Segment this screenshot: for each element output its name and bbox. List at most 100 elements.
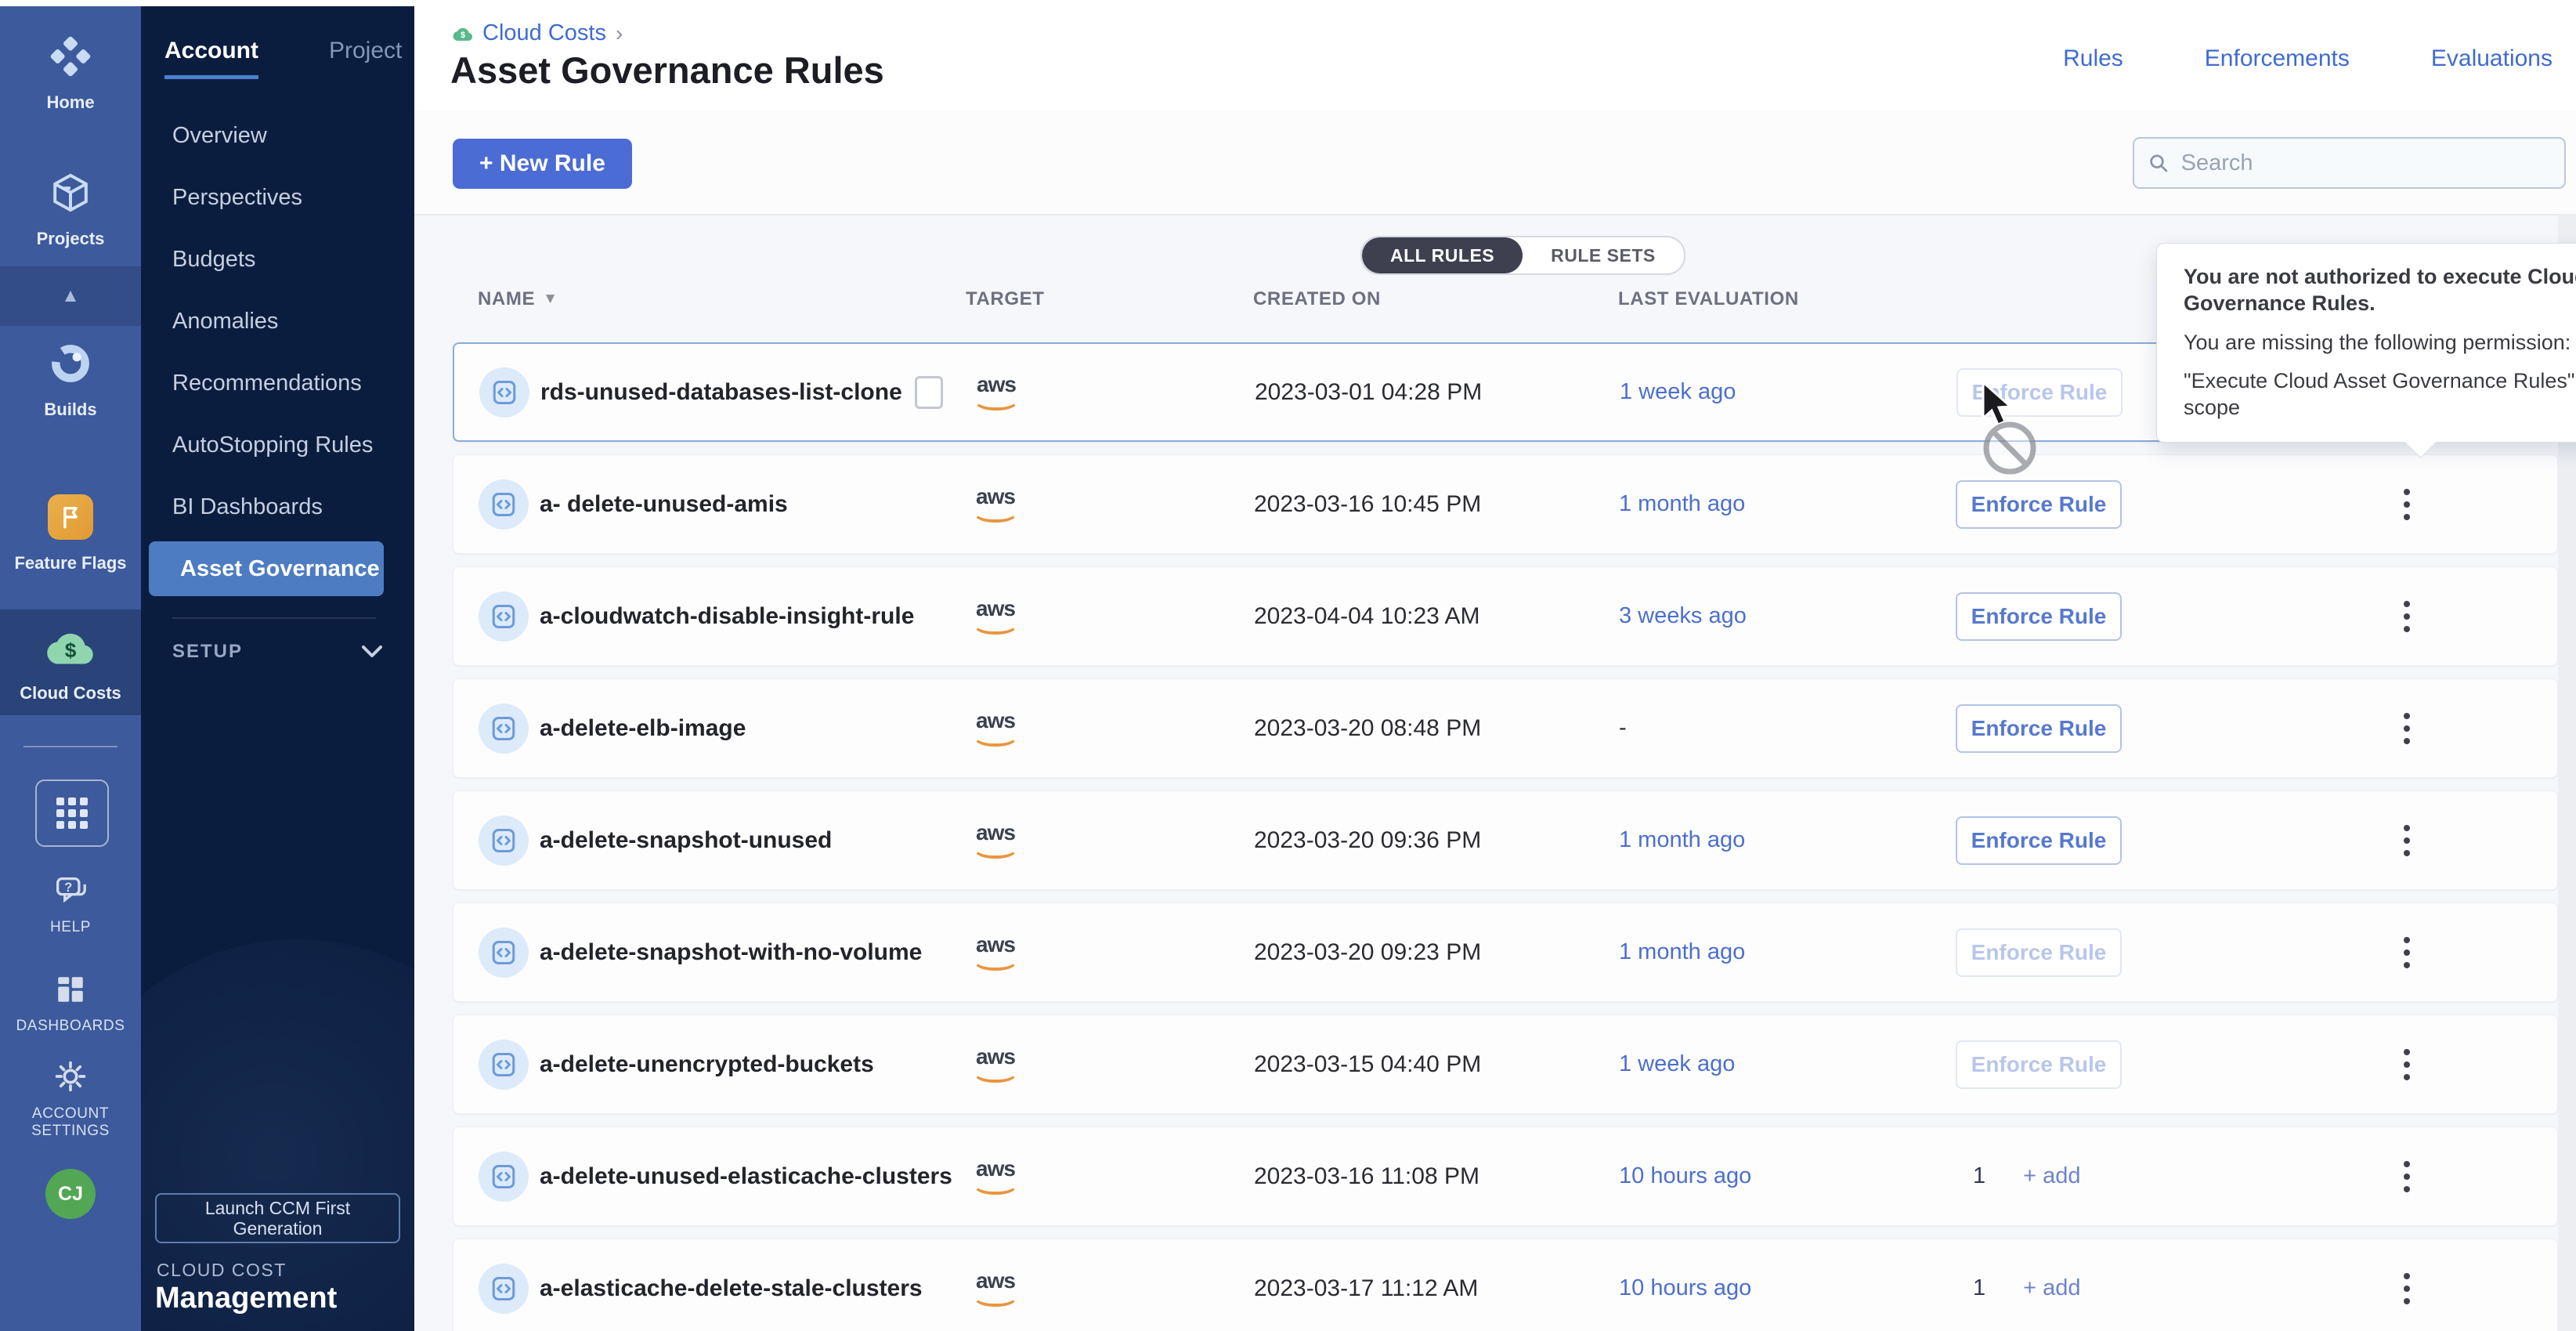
breadcrumb-cloud-costs-link[interactable]: Cloud Costs xyxy=(482,20,606,46)
aws-logo: aws xyxy=(966,598,1024,635)
enforce-rule-button[interactable]: Enforce Rule xyxy=(1956,480,2122,529)
brand-eyebrow: CLOUD COST xyxy=(157,1260,287,1281)
tab-project[interactable]: Project xyxy=(329,38,402,79)
sort-caret-icon: ▼ xyxy=(543,291,558,308)
link-evaluations[interactable]: Evaluations xyxy=(2431,45,2553,72)
module-picker-button[interactable] xyxy=(35,779,109,847)
sidebar-item-overview[interactable]: Overview xyxy=(141,108,414,163)
rail-item-feature-flags[interactable]: Feature Flags xyxy=(0,479,141,585)
header-links: Rules Enforcements Evaluations xyxy=(2063,45,2553,72)
table-row[interactable]: a- delete-unused-amisaws2023-03-16 10:45… xyxy=(453,454,2558,554)
last-evaluation-value[interactable]: 10 hours ago xyxy=(1619,1275,1751,1300)
enforce-rule-button[interactable]: Enforce Rule xyxy=(1956,928,2122,977)
search-input[interactable] xyxy=(2180,150,2550,177)
rail-item-dashboards[interactable]: DASHBOARDS xyxy=(0,973,141,1035)
rule-icon xyxy=(479,1040,529,1090)
sidebar-item-perspectives[interactable]: Perspectives xyxy=(141,170,414,225)
new-rule-button[interactable]: + New Rule xyxy=(453,139,632,189)
toolbar: + New Rule xyxy=(414,110,2576,215)
chevron-down-icon xyxy=(360,644,384,660)
row-menu-button[interactable] xyxy=(2396,1265,2418,1312)
sidebar-item-asset-governance[interactable]: Asset Governance xyxy=(149,541,384,596)
link-rules[interactable]: Rules xyxy=(2063,45,2123,72)
rail-item-cloud-costs[interactable]: $Cloud Costs xyxy=(0,609,141,715)
row-menu-button[interactable] xyxy=(2396,705,2418,752)
enforcement-count: 1 xyxy=(1973,1163,1985,1189)
rule-icon xyxy=(479,703,529,754)
rail-item-builds[interactable]: Builds xyxy=(0,326,141,432)
row-menu-button[interactable] xyxy=(2396,1153,2418,1200)
main-area: $ Cloud Costs › Asset Governance Rules R… xyxy=(414,0,2576,1331)
breadcrumb-separator: › xyxy=(616,21,623,46)
cloud-costs-subnav: Account Project Overview Perspectives Budg… xyxy=(141,0,414,1331)
breadcrumb: $ Cloud Costs › xyxy=(453,20,623,46)
svg-text:?: ? xyxy=(64,881,72,895)
link-enforcements[interactable]: Enforcements xyxy=(2205,45,2350,72)
row-menu-button[interactable] xyxy=(2396,481,2418,528)
created-on-value: 2023-04-04 10:23 AM xyxy=(1254,603,1480,629)
row-menu-button[interactable] xyxy=(2396,817,2418,864)
launch-ccm-first-gen-button[interactable]: Launch CCM First Generation xyxy=(155,1193,400,1243)
last-evaluation-value[interactable]: 1 week ago xyxy=(1619,1051,1735,1076)
rule-name: a-cloudwatch-disable-insight-rule xyxy=(540,603,914,630)
rail-item-account-settings[interactable]: ACCOUNT SETTINGS xyxy=(0,1059,141,1140)
add-enforcement-link[interactable]: + add xyxy=(2023,1163,2080,1189)
enforce-rule-button[interactable]: Enforce Rule xyxy=(1956,704,2122,753)
enforce-rule-button[interactable]: Enforce Rule xyxy=(1956,368,2123,417)
sidebar-item-label: Anomalies xyxy=(172,309,278,335)
rail-item-help[interactable]: ? HELP xyxy=(0,876,141,936)
table-row[interactable]: a-delete-unencrypted-bucketsaws2023-03-1… xyxy=(453,1015,2558,1114)
rail-item-label: HELP xyxy=(50,919,91,936)
table-row[interactable]: a-delete-snapshot-unusedaws2023-03-20 09… xyxy=(453,790,2558,890)
tab-account[interactable]: Account xyxy=(164,38,258,79)
sidebar-item-recommendations[interactable]: Recommendations xyxy=(141,356,414,411)
rule-name: a-delete-snapshot-unused xyxy=(540,827,832,854)
enforce-rule-button[interactable]: Enforce Rule xyxy=(1956,592,2122,641)
avatar[interactable]: CJ xyxy=(45,1169,96,1219)
table-row[interactable]: a-delete-unused-elasticache-clustersaws2… xyxy=(453,1127,2558,1226)
home-icon xyxy=(45,31,96,81)
tooltip-line-2: You are missing the following permission… xyxy=(2184,330,2576,356)
table-row[interactable]: a-delete-elb-imageaws2023-03-20 08:48 PM… xyxy=(453,678,2558,778)
scope-tabs: Account Project xyxy=(164,38,402,79)
aws-logo: aws xyxy=(967,374,1025,411)
table-row[interactable]: a-delete-snapshot-with-no-volumeaws2023-… xyxy=(453,902,2558,1002)
aws-logo: aws xyxy=(966,1158,1024,1195)
table-row[interactable]: a-cloudwatch-disable-insight-rule aws 2023… xyxy=(453,566,2558,666)
last-evaluation-value[interactable]: 1 month ago xyxy=(1619,491,1745,516)
sidebar-item-bi-dashboards[interactable]: BI Dashboards xyxy=(141,479,414,534)
toggle-all-rules[interactable]: ALL RULES xyxy=(1362,237,1523,273)
builds-icon xyxy=(45,338,96,389)
toggle-rule-sets[interactable]: RULE SETS xyxy=(1523,237,1684,273)
rail-item-projects[interactable]: Projects xyxy=(0,155,141,261)
column-header-name[interactable]: NAME▼ xyxy=(478,288,966,310)
last-evaluation-value[interactable]: 1 month ago xyxy=(1619,827,1745,852)
page-header: $ Cloud Costs › Asset Governance Rules R… xyxy=(414,0,2576,112)
gear-icon xyxy=(53,1059,88,1098)
permission-tooltip: You are not authorized to execute Cloud … xyxy=(2156,243,2576,443)
table-row[interactable]: a-elasticache-delete-stale-clustersaws20… xyxy=(453,1239,2558,1331)
last-evaluation-value[interactable]: 10 hours ago xyxy=(1619,1163,1751,1188)
sidebar-item-anomalies[interactable]: Anomalies xyxy=(141,294,414,349)
add-enforcement-link[interactable]: + add xyxy=(2023,1275,2080,1301)
collapse-rail-button[interactable]: ▲ xyxy=(0,266,141,326)
created-on-value: 2023-03-01 04:28 PM xyxy=(1255,379,1482,405)
search-icon xyxy=(2148,152,2169,174)
sidebar-item-autostopping-rules[interactable]: AutoStopping Rules xyxy=(141,418,414,472)
copy-icon[interactable] xyxy=(915,376,943,409)
last-evaluation-value[interactable]: 3 weeks ago xyxy=(1619,603,1747,628)
enforce-rule-button[interactable]: Enforce Rule xyxy=(1956,816,2122,865)
last-evaluation-value[interactable]: 1 week ago xyxy=(1620,379,1736,404)
row-menu-button[interactable] xyxy=(2396,929,2418,976)
column-header-last-evaluation: LAST EVALUATION xyxy=(1618,288,1933,310)
sidebar-item-budgets[interactable]: Budgets xyxy=(141,232,414,287)
row-menu-button[interactable] xyxy=(2396,593,2418,640)
rail-item-home[interactable]: Home xyxy=(0,19,141,125)
rule-name: a- delete-unused-amis xyxy=(540,491,788,518)
setup-section-toggle[interactable]: SETUP xyxy=(172,641,384,663)
row-menu-button[interactable] xyxy=(2396,1041,2418,1088)
rule-name: a-delete-unused-elasticache-clusters xyxy=(540,1163,952,1190)
sidebar-item-label: Asset Governance xyxy=(180,556,380,582)
enforce-rule-button[interactable]: Enforce Rule xyxy=(1956,1040,2122,1089)
last-evaluation-value[interactable]: 1 month ago xyxy=(1619,939,1745,964)
